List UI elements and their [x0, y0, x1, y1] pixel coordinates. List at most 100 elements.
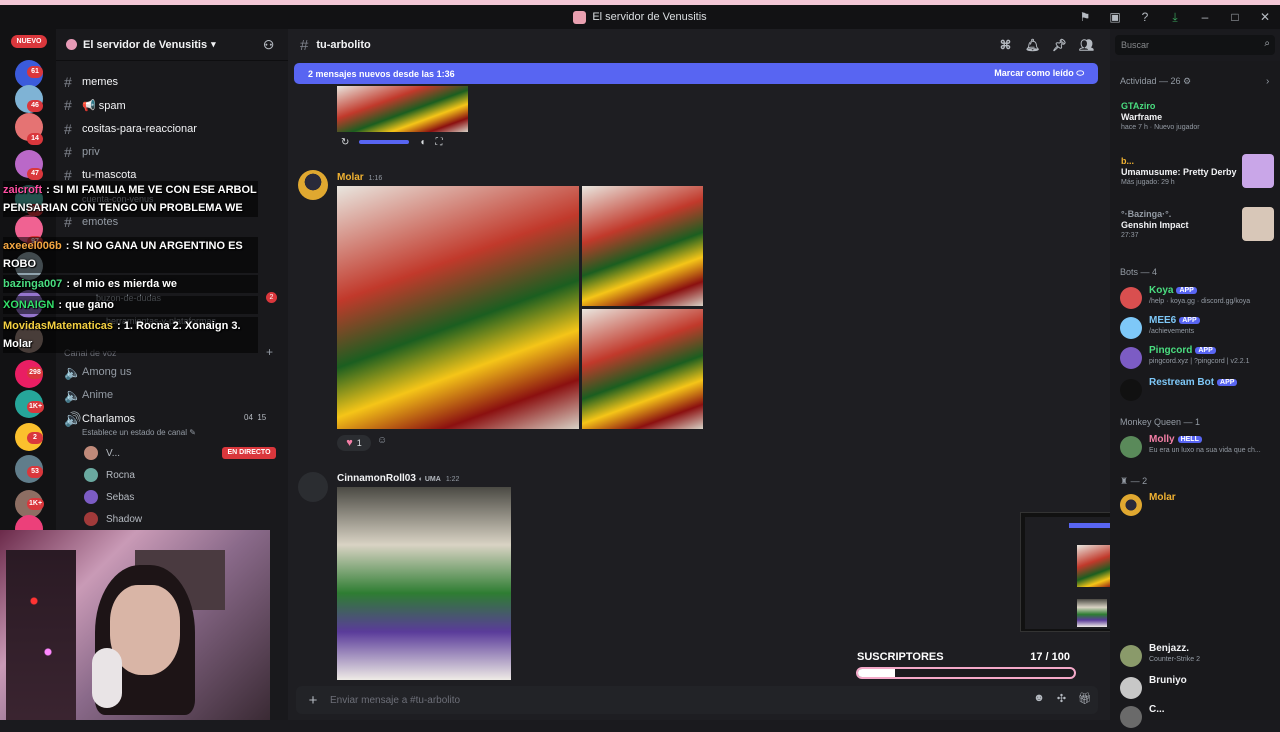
heart-reaction[interactable]: ♥ 1 [337, 435, 371, 451]
fullscreen-icon[interactable]: ⛶ [435, 137, 442, 148]
activity-game: Warframe [1121, 112, 1163, 122]
chevron-right-icon[interactable]: › [1266, 76, 1269, 87]
message-time: 1:22 [445, 476, 460, 483]
member-item[interactable]: MEE6 APP/achievements [1120, 313, 1275, 343]
voice-channel-among-us[interactable]: 🔈 Among us [64, 362, 132, 382]
bell-icon[interactable]: 🔔︎ [1019, 38, 1046, 52]
help-icon[interactable]: ? [1130, 10, 1160, 24]
guild-tag-label: UMA [424, 476, 441, 483]
voice-channel-charlamos[interactable]: 🔊 Charlamos [64, 409, 135, 429]
video-controls[interactable]: ↻ ◖ ⛶ [337, 132, 467, 152]
members-icon[interactable]: 👥︎ [1073, 38, 1100, 52]
apps-icon[interactable]: ✣ [1057, 692, 1066, 705]
activity-meta: Más jugado: 29 h [1121, 179, 1175, 186]
member-item[interactable]: Koya APP/help · koya.gg · discord.gg/koya [1120, 283, 1275, 313]
subscriber-progress-fill [858, 669, 895, 677]
server-icon [573, 10, 587, 24]
activity-card[interactable]: °·Bazinga·°. Genshin Impact 27:37 [1118, 205, 1276, 245]
download-icon[interactable]: ⤓ [1160, 10, 1190, 25]
tree-photo-bottom[interactable] [582, 309, 703, 429]
channel-label: Among us [82, 366, 132, 378]
message-composer[interactable]: + Enviar mensaje a #tu-arbolito ☻ ✣ 🎁︎ [296, 686, 1098, 714]
server-mention-badge: 298 [27, 367, 43, 379]
voice-user[interactable]: Rocna [84, 466, 135, 484]
chat-user: MovidasMatematicas [3, 320, 114, 332]
threads-icon[interactable]: ⌘ [992, 38, 1019, 52]
member-name-text: Molly [1149, 434, 1175, 445]
game-thumbnail [1242, 99, 1274, 133]
member-item[interactable]: Benjazz. Counter-Strike 2 [1120, 641, 1275, 671]
subscriber-count: 17 / 100 [1030, 651, 1070, 663]
voice-user-count: 04 15 [244, 413, 266, 422]
channel-cositas-para-reaccionar[interactable]: # cositas-para-reaccionar [64, 119, 197, 139]
member-status: Eu era un luxo na sua vida que ch... [1149, 447, 1261, 454]
search-input[interactable]: Buscar ⌕ [1115, 35, 1275, 55]
close-icon[interactable]: ✕ [1250, 10, 1280, 24]
activity-card[interactable]: GTAziro Warframe hace 7 h · Nuevo jugador [1118, 97, 1276, 137]
server-header[interactable]: El servidor de Venusitis ▾ ⚇ [56, 29, 288, 61]
voice-user[interactable]: V... [84, 444, 120, 462]
member-item[interactable]: Restream Bot APP [1120, 375, 1275, 405]
activity-game: Genshin Impact [1121, 220, 1189, 230]
member-item[interactable]: Bruniyo [1120, 673, 1275, 703]
composer-placeholder: Enviar mensaje a #tu-arbolito [330, 694, 461, 706]
member-molar[interactable]: Molar [1120, 490, 1275, 520]
activity-user: GTAziro [1121, 101, 1156, 111]
plus-icon[interactable]: + [296, 692, 330, 709]
minimize-icon[interactable]: – [1190, 10, 1220, 24]
gift-icon[interactable]: 🎁︎ [1078, 692, 1092, 705]
status-label: Establece un estado de canal [82, 428, 187, 437]
message-author[interactable]: Molar 1:16 [337, 172, 382, 183]
inbox-icon[interactable]: ▣ [1100, 10, 1130, 24]
channel-status-prompt[interactable]: Establece un estado de canal ✎ [82, 428, 196, 437]
channel-label: 📢 spam [82, 99, 126, 112]
author-avatar[interactable] [298, 170, 328, 200]
member-status: pingcord.xyz | ?pingcord | v2.2.1 [1149, 358, 1250, 365]
message-author[interactable]: CinnamonRoll03 ◐ UMA 1:22 [337, 473, 459, 484]
voice-channel-anime[interactable]: 🔈 Anime [64, 385, 113, 405]
activity-card[interactable]: b... Umamusume: Pretty Derby Más jugado: 2… [1118, 152, 1276, 192]
author-name: CinnamonRoll03 [337, 473, 416, 484]
emoji-icon[interactable]: ☻ [1033, 692, 1045, 705]
tree-photo-cinnamon[interactable] [337, 487, 511, 680]
activity-game: Umamusume: Pretty Derby [1121, 167, 1237, 177]
channel-priv[interactable]: # priv [64, 142, 100, 162]
server-mention-badge: 1K+ [27, 401, 45, 413]
channel-label: priv [82, 146, 100, 158]
channel-spam[interactable]: # 📢 spam [64, 95, 126, 115]
add-member-icon[interactable]: ⚇ [263, 38, 274, 52]
game-thumbnail [1242, 154, 1274, 188]
message-time: 1:16 [368, 175, 383, 182]
tree-photo-large[interactable] [337, 186, 579, 429]
gear-icon[interactable]: ⚙ [1183, 76, 1191, 86]
channel-memes[interactable]: # memes [64, 72, 118, 92]
channel-label: cositas-para-reaccionar [82, 123, 197, 135]
pin-icon[interactable]: 📌︎ [1046, 38, 1073, 52]
avatar [1120, 317, 1142, 339]
avatar [1120, 645, 1142, 667]
member-item[interactable]: Molly HELL Eu era un luxo na sua vida que … [1120, 432, 1275, 462]
app-tag: APP [1176, 287, 1197, 294]
member-item[interactable]: C... [1120, 702, 1275, 732]
preview-tree-photo-2 [1077, 599, 1107, 627]
channel-label: memes [82, 76, 119, 88]
voice-user[interactable]: Sebas [84, 488, 134, 506]
mark-as-read-button[interactable]: Marcar como leído ⬭ [994, 68, 1084, 79]
chat-text: : el mio es mierda we [66, 278, 177, 290]
member-item[interactable]: Pingcord APP pingcord.xyz | ?pingcord | v2… [1120, 343, 1275, 373]
video-progress[interactable] [359, 140, 410, 144]
add-reaction-icon[interactable]: ☺ [377, 435, 393, 451]
activity-header-label: Actividad — 26 [1120, 76, 1181, 86]
flag-icon[interactable]: ⚑ [1070, 10, 1100, 24]
add-channel-icon[interactable]: + [266, 345, 273, 359]
maximize-icon[interactable]: □ [1220, 10, 1250, 24]
tree-photo-top[interactable] [582, 186, 703, 306]
previous-image-attachment[interactable] [337, 86, 468, 132]
volume-icon[interactable]: ◖ [419, 137, 425, 148]
replay-icon[interactable]: ↻ [341, 137, 349, 148]
voice-user[interactable]: Shadow [84, 510, 142, 528]
author-avatar[interactable] [298, 472, 328, 502]
member-name: Restream Bot APP [1149, 377, 1238, 388]
member-name-text: Restream Bot [1149, 377, 1215, 388]
new-messages-bar[interactable]: 2 mensajes nuevos desde las 1:36 Marcar … [294, 63, 1098, 84]
